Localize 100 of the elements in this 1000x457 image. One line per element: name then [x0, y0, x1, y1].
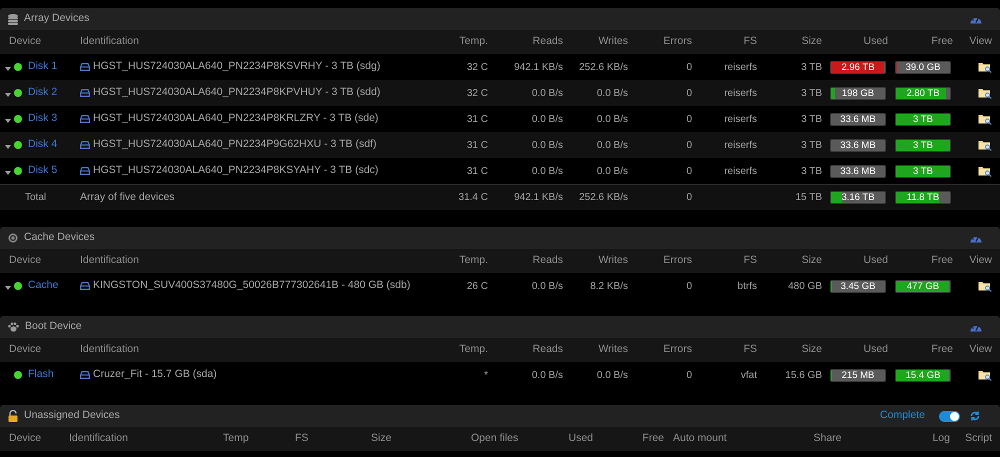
table-cell: 3 TB: [801, 114, 822, 124]
table-cell: 31 C: [466, 114, 488, 124]
column-header: Log: [931, 431, 950, 446]
table-cell: *: [484, 370, 488, 380]
folder-search-icon[interactable]: [978, 87, 992, 99]
status-dot: [14, 115, 22, 123]
table-cell: 0.0 B/s: [596, 88, 628, 98]
table-cell: 0.0 B/s: [532, 88, 563, 98]
status-dot: [14, 141, 22, 149]
usage-bar: 198 GB: [830, 86, 886, 100]
device-link[interactable]: Disk 2: [28, 85, 58, 101]
caret-icon[interactable]: [5, 119, 11, 123]
column-header: Device: [8, 431, 42, 446]
column-header: Identification: [80, 253, 140, 268]
usage-bar: 2.80 TB: [895, 86, 951, 100]
database-icon: [8, 14, 18, 24]
paw-icon: [8, 322, 19, 332]
column-header: FS: [742, 253, 757, 268]
table-cell: 0.0 B/s: [532, 140, 563, 150]
table-cell: 0: [686, 88, 692, 98]
device-link[interactable]: Flash: [28, 367, 54, 383]
refresh-icon[interactable]: [970, 411, 980, 421]
device-link[interactable]: Disk 4: [28, 137, 58, 153]
usage-bar: 15.4 GB: [895, 368, 951, 382]
column-header: Temp.: [458, 253, 488, 268]
caret-icon[interactable]: [5, 67, 11, 71]
caret-icon[interactable]: [5, 171, 11, 175]
drive-icon: [80, 89, 90, 97]
table-cell-text: Array of five devices: [80, 190, 175, 205]
folder-search-icon[interactable]: [978, 369, 992, 381]
section-title: Boot Device: [25, 319, 82, 334]
table-cell: 0: [686, 140, 692, 150]
usage-bar: 2.96 TB: [830, 60, 886, 74]
column-header: Errors: [662, 253, 692, 268]
table-cell: 3 TB: [801, 166, 822, 176]
usage-bar: 3.16 TB: [830, 191, 886, 204]
caret-icon[interactable]: [5, 286, 11, 290]
caret-icon[interactable]: [5, 145, 11, 149]
column-header: Errors: [662, 342, 692, 358]
column-header: Free: [930, 34, 953, 50]
folder-search-icon[interactable]: [978, 113, 992, 125]
usage-bar: 3.45 GB: [830, 280, 886, 292]
folder-search-icon[interactable]: [978, 165, 992, 177]
folder-search-icon[interactable]: [978, 280, 992, 292]
usage-bar: 11.8 TB: [895, 191, 951, 204]
column-header: Writes: [597, 253, 628, 268]
gear-icon: [8, 233, 18, 243]
column-header: Used: [862, 342, 888, 358]
usage-bar: 477 GB: [895, 280, 951, 292]
usage-bar: 3 TB: [895, 112, 951, 126]
status-dot: [14, 89, 22, 97]
column-header: Size: [371, 431, 392, 446]
table-cell: reiserfs: [724, 62, 757, 72]
device-link[interactable]: Disk 1: [28, 59, 58, 75]
caret-icon[interactable]: [5, 93, 11, 97]
column-header: Device: [8, 253, 42, 268]
table-cell: 32 C: [466, 88, 488, 98]
table-cell: 26 C: [466, 280, 488, 292]
table-cell: 0.0 B/s: [532, 370, 563, 380]
folder-search-icon[interactable]: [978, 61, 992, 73]
table-cell: 0: [686, 192, 692, 203]
column-header: Device: [8, 342, 42, 358]
column-header: FS: [295, 431, 310, 446]
table-cell-text: Cruzer_Fit - 15.7 GB (sda): [93, 367, 217, 382]
column-header: Size: [800, 253, 822, 268]
table-cell-text: HGST_HUS724030ALA640_PN2234P8KSYAHY - 3 TB (sdc): [93, 163, 378, 178]
device-link[interactable]: Disk 5: [28, 163, 58, 179]
column-header: Used: [567, 431, 593, 446]
status-dot: [14, 282, 22, 290]
column-header: Auto mount: [672, 431, 728, 446]
table-cell: 0.0 B/s: [532, 280, 563, 292]
column-header: Used: [862, 34, 888, 50]
column-header: Free: [930, 253, 953, 268]
table-cell-text: KINGSTON_SUV400S37480G_50026B777302641B - 480 GB (sdb): [93, 278, 410, 294]
column-header: Share: [812, 431, 843, 446]
column-header: Used: [862, 253, 888, 268]
table-cell-text: HGST_HUS724030ALA640_PN2234P8KRLZRY - 3 TB (sde): [93, 111, 378, 126]
column-header: Free: [930, 342, 953, 358]
table-cell: 0.0 B/s: [596, 370, 628, 380]
column-header: Writes: [597, 34, 628, 50]
drive-icon: [80, 141, 90, 149]
column-header: Temp.: [458, 342, 488, 358]
device-link[interactable]: Cache: [28, 278, 58, 294]
toggle-switch[interactable]: [939, 410, 960, 422]
folder-search-icon[interactable]: [978, 139, 992, 151]
usage-bar: 33.6 MB: [830, 112, 886, 126]
column-header: FS: [742, 34, 757, 50]
toggle-label: Complete: [880, 408, 925, 424]
padlock-icon: [8, 410, 18, 422]
device-link[interactable]: Disk 3: [28, 111, 58, 127]
table-cell-text: Total: [25, 191, 46, 205]
usage-bar: 3 TB: [895, 138, 951, 152]
table-cell: 480 GB: [788, 280, 822, 292]
usage-bar: 215 MB: [830, 368, 886, 382]
table-cell: 3 TB: [801, 88, 822, 98]
usage-bar: 33.6 MB: [830, 138, 886, 152]
usage-bar: 3 TB: [895, 164, 951, 178]
table-cell: 31 C: [466, 166, 488, 176]
table-cell: 15.6 GB: [785, 370, 822, 380]
table-cell: vfat: [740, 370, 757, 380]
